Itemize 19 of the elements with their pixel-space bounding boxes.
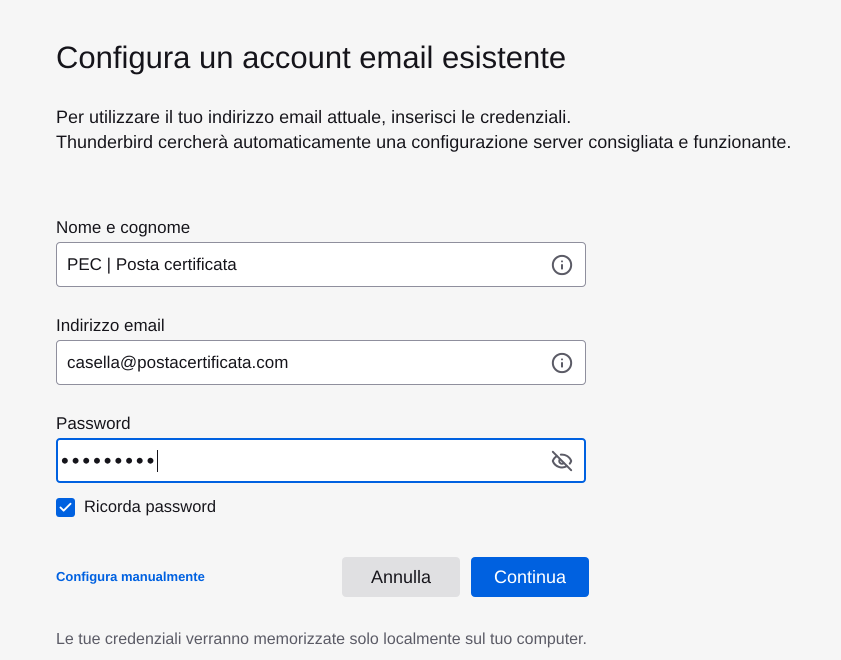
checkbox-icon[interactable] (56, 498, 75, 516)
footer-note: Le tue credenziali verranno memorizzate solo localmente sul tuo computer. (56, 630, 587, 650)
manual-config-link[interactable]: Configura manualmente (56, 567, 205, 587)
cancel-button[interactable]: Annulla (342, 557, 460, 597)
hide-password-icon[interactable] (551, 450, 573, 472)
info-icon[interactable] (551, 254, 573, 276)
info-icon[interactable] (551, 352, 573, 374)
field-label: Nome e cognome (56, 217, 192, 239)
page-title: Configura un account email esistente (56, 39, 566, 77)
text-cursor-icon (157, 450, 158, 472)
field-label: Password (56, 413, 132, 435)
field-label: Indirizzo email (56, 315, 166, 337)
remember-password-checkbox[interactable]: Ricorda password (56, 496, 216, 518)
text-field[interactable]: PEC | Posta certificata (56, 242, 586, 287)
intro-text: Per utilizzare il tuo indirizzo email attuale, inserisci le credenziali. (56, 106, 572, 129)
continue-button[interactable]: Continua (471, 557, 589, 597)
password-field[interactable]: ••••••••• (56, 438, 586, 483)
text-field[interactable]: casella@postacertificata.com (56, 340, 586, 385)
intro-text: Thunderbird cercherà automaticamente una configurazione server consigliata e funzionante. (56, 131, 792, 154)
